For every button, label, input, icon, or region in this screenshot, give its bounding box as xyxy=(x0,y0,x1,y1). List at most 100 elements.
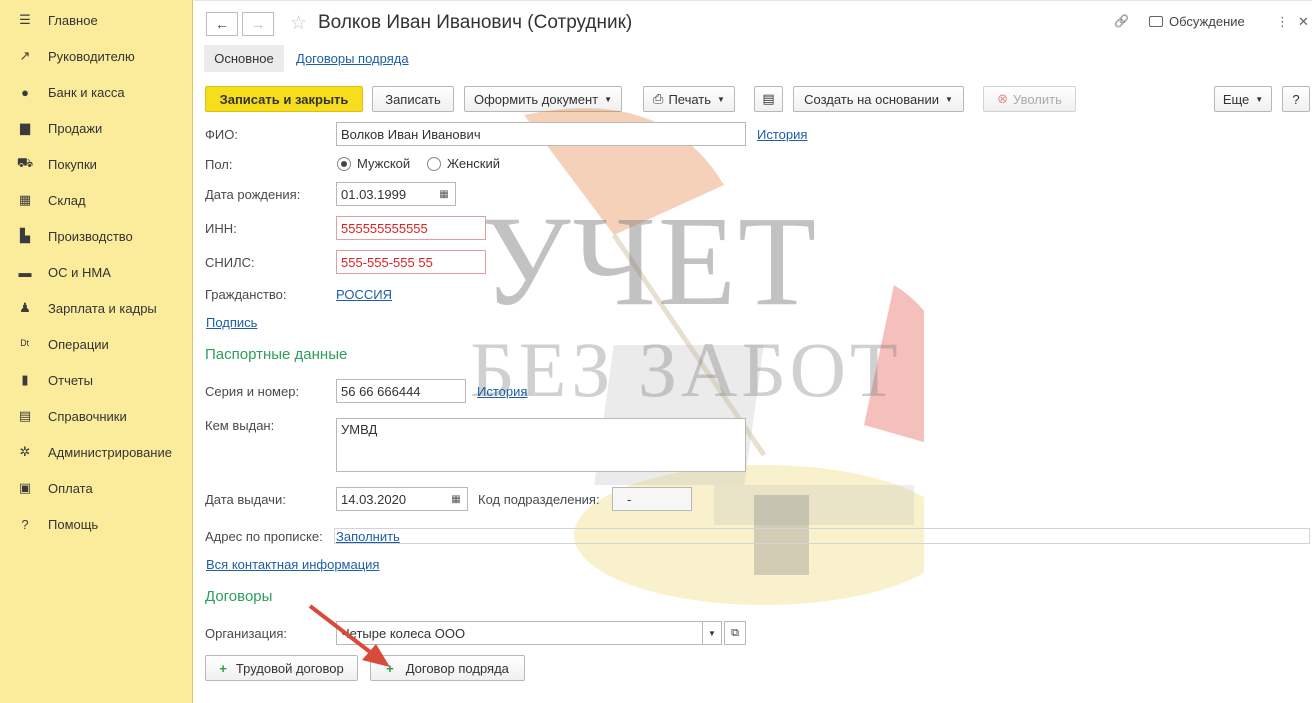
organization-dropdown-icon[interactable]: ▼ xyxy=(702,621,722,645)
truck-icon: ▬ xyxy=(18,264,32,280)
sidebar-item-11[interactable]: ▮ Отчеты xyxy=(0,362,193,398)
close-icon[interactable]: ✕ xyxy=(1298,14,1309,30)
dropdown-caret-icon: ▼ xyxy=(1255,94,1264,104)
debit-credit-icon: ᴰᵗ xyxy=(20,336,30,352)
sidebar-item-label: Отчеты xyxy=(48,372,93,388)
sidebar-item-8[interactable]: ▬ ОС и НМА xyxy=(0,254,193,290)
back-arrow-icon: ← xyxy=(215,16,229,32)
issued-by-field[interactable]: УМВД xyxy=(336,418,746,472)
sidebar-item-label: Руководителю xyxy=(48,48,135,64)
person-icon: ♟ xyxy=(19,300,31,315)
all-contacts-link[interactable]: Вся контактная информация xyxy=(206,557,379,572)
fio-field[interactable]: Волков Иван Иванович xyxy=(336,122,746,146)
issue-date-field[interactable]: 14.03.2020 ▦ xyxy=(336,487,468,511)
favorite-star-icon[interactable]: ☆ xyxy=(290,12,307,35)
passport-history-link[interactable]: История xyxy=(477,384,527,399)
watermark-text-1: УЧЕТ xyxy=(480,190,819,332)
cart-icon: ⛟ xyxy=(16,155,34,170)
forward-button[interactable]: → xyxy=(242,12,274,36)
list-icon[interactable]: ▤ xyxy=(754,86,783,112)
dismiss-button[interactable]: ⊗ Уволить xyxy=(983,86,1076,112)
more-menu-icon[interactable]: ⋮ xyxy=(1276,14,1289,30)
top-border xyxy=(194,0,1312,3)
help-button[interactable]: ? xyxy=(1282,86,1310,112)
fio-label: ФИО: xyxy=(205,127,238,142)
sidebar-item-5[interactable]: ⛟ Покупки xyxy=(0,146,193,182)
gender-male-radio[interactable] xyxy=(337,157,351,171)
wallet-icon: ▣ xyxy=(18,480,32,495)
tab-contracts[interactable]: Договоры подряда xyxy=(296,51,409,66)
sidebar-item-1[interactable]: ☰ Главное xyxy=(0,2,193,38)
chat-icon xyxy=(1149,16,1163,27)
dropdown-caret-icon: ▼ xyxy=(604,94,613,104)
sidebar-item-label: Главное xyxy=(48,12,98,28)
sidebar-item-14[interactable]: ▣ Оплата xyxy=(0,470,193,506)
calendar-icon[interactable]: ▦ xyxy=(447,491,465,507)
issue-date-label: Дата выдачи: xyxy=(205,492,286,507)
sidebar-item-label: Покупки xyxy=(48,156,97,172)
dept-code-field[interactable]: - xyxy=(612,487,692,511)
calendar-icon[interactable]: ▦ xyxy=(435,186,453,202)
sidebar-item-7[interactable]: ▙ Производство xyxy=(0,218,193,254)
issued-by-label: Кем выдан: xyxy=(205,418,275,433)
more-button[interactable]: Еще ▼ xyxy=(1214,86,1272,112)
main-panel: ← → ☆ Волков Иван Иванович (Сотрудник) 🔗… xyxy=(194,0,1312,703)
red-arrow-annotation xyxy=(308,604,390,667)
dept-code-label: Код подразделения: xyxy=(478,492,600,507)
issue-document-button[interactable]: Оформить документ ▼ xyxy=(464,86,622,112)
address-fill-link[interactable]: Заполнить xyxy=(336,529,400,544)
more-label: Еще xyxy=(1222,91,1250,107)
sidebar-item-13[interactable]: ✲ Администрирование xyxy=(0,434,193,470)
work-contract-label: Договор подряда xyxy=(405,660,509,676)
fio-history-link[interactable]: История xyxy=(757,127,807,142)
link-icon[interactable]: 🔗 xyxy=(1114,14,1129,28)
print-button[interactable]: ⎙ Печать ▼ xyxy=(643,86,735,112)
organization-label: Организация: xyxy=(205,626,288,641)
save-button[interactable]: Записать xyxy=(372,86,454,112)
snils-field[interactable]: 555-555-555 55 xyxy=(336,250,486,274)
address-label: Адрес по прописке: xyxy=(205,529,323,544)
gender-female-radio[interactable] xyxy=(427,157,441,171)
citizenship-link[interactable]: РОССИЯ xyxy=(336,287,392,302)
sidebar-item-10[interactable]: ᴰᵗ Операции xyxy=(0,326,193,362)
create-based-on-label: Создать на основании xyxy=(804,91,939,107)
sidebar-item-4[interactable]: ▆ Продажи xyxy=(0,110,193,146)
gear-icon: ✲ xyxy=(19,444,31,459)
create-based-on-button[interactable]: Создать на основании ▼ xyxy=(793,86,964,112)
forward-arrow-icon: → xyxy=(251,16,265,32)
bag-icon: ▆ xyxy=(20,120,30,135)
citizenship-label: Гражданство: xyxy=(205,287,287,302)
address-field[interactable] xyxy=(334,528,1310,544)
birth-date-label: Дата рождения: xyxy=(205,187,301,202)
passport-series-field[interactable]: 56 66 666444 xyxy=(336,379,466,403)
sidebar-item-label: Операции xyxy=(48,336,109,352)
watermark-text-2: БЕЗ ЗАБОТ xyxy=(470,326,902,413)
tab-main[interactable]: Основное xyxy=(204,45,284,72)
bar-chart-icon: ▮ xyxy=(21,372,29,387)
sidebar: ☰ Главное ↗ Руководителю ● Банк и касса ▆ Прода… xyxy=(0,0,193,703)
sidebar-item-3[interactable]: ● Банк и касса xyxy=(0,74,193,110)
inn-field[interactable]: 555555555555 xyxy=(336,216,486,240)
gender-female-label: Женский xyxy=(447,156,500,171)
save-close-button[interactable]: Записать и закрыть xyxy=(205,86,363,112)
passport-section-title: Паспортные данные xyxy=(205,346,348,363)
signature-link[interactable]: Подпись xyxy=(206,315,257,330)
organization-open-icon[interactable]: ⧉ xyxy=(724,621,746,645)
sidebar-item-6[interactable]: ▦ Склад xyxy=(0,182,193,218)
gender-male-label: Мужской xyxy=(357,156,411,171)
book-icon: ▤ xyxy=(18,408,32,423)
sidebar-item-12[interactable]: ▤ Справочники xyxy=(0,398,193,434)
birth-date-field[interactable]: 01.03.1999 ▦ xyxy=(336,182,456,206)
inn-label: ИНН: xyxy=(205,221,237,236)
sidebar-item-2[interactable]: ↗ Руководителю xyxy=(0,38,193,74)
discussion-button[interactable]: Обсуждение xyxy=(1149,14,1245,29)
sidebar-item-label: Склад xyxy=(48,192,86,208)
sidebar-item-9[interactable]: ♟ Зарплата и кадры xyxy=(0,290,193,326)
help-icon: ? xyxy=(21,516,29,532)
issue-document-label: Оформить документ xyxy=(473,91,599,107)
sidebar-item-label: Зарплата и кадры xyxy=(48,300,157,316)
sidebar-item-15[interactable]: ? Помощь xyxy=(0,506,193,542)
back-button[interactable]: ← xyxy=(206,12,238,36)
menu-icon: ☰ xyxy=(19,12,31,27)
dropdown-caret-icon: ▼ xyxy=(717,94,725,104)
